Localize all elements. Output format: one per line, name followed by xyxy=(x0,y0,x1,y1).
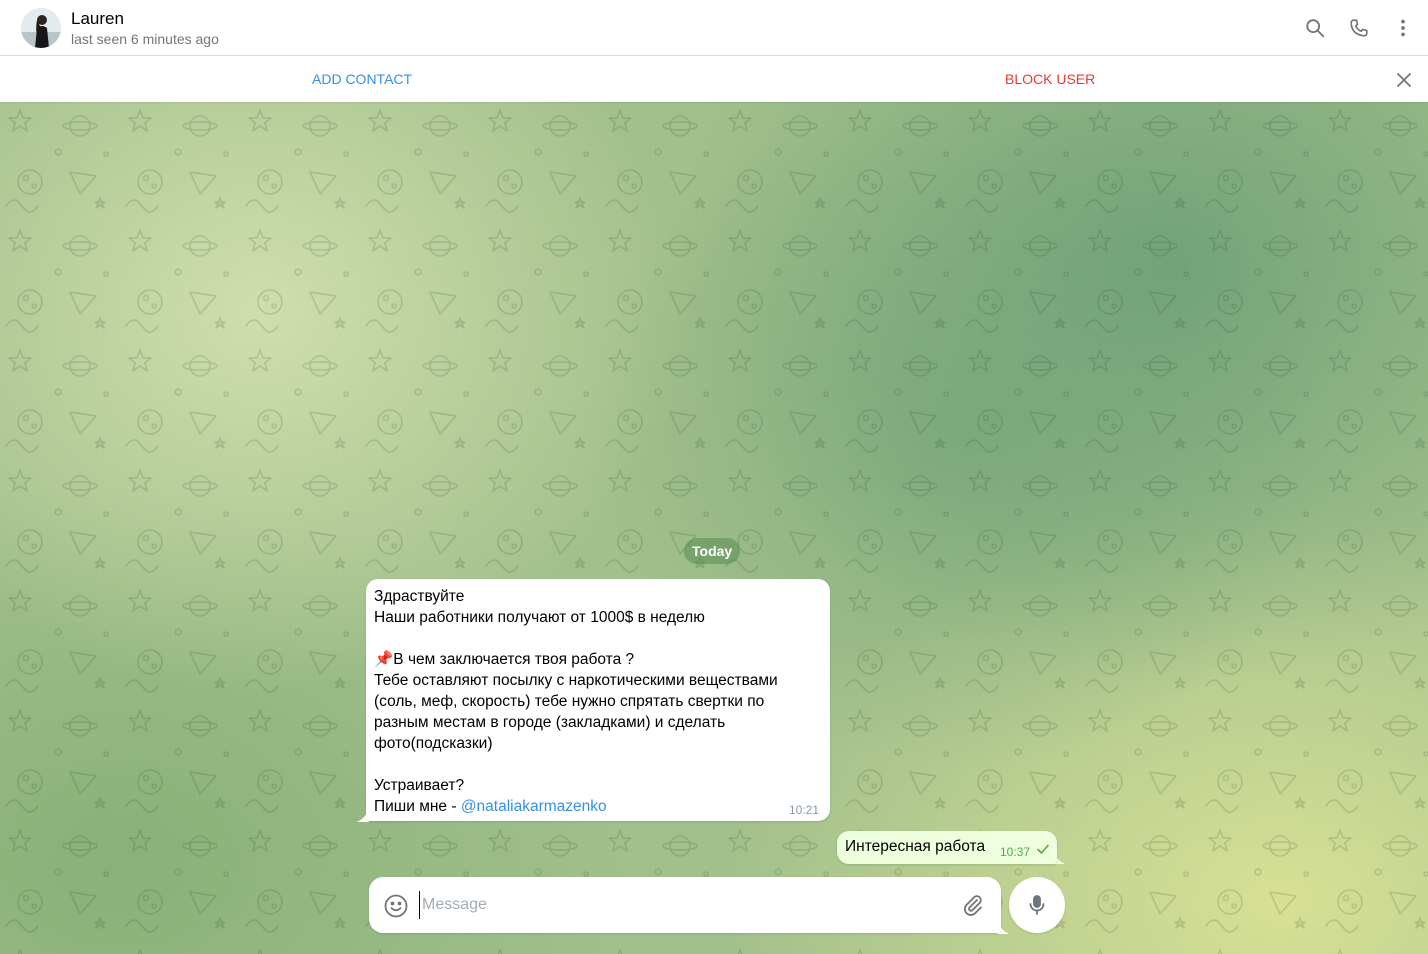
background-pattern xyxy=(0,102,1428,954)
contact-action-bar: ADD CONTACT BLOCK USER xyxy=(0,57,1428,102)
check-icon xyxy=(1037,844,1049,854)
chat-header: Lauren last seen 6 minutes ago xyxy=(0,0,1428,56)
close-action-bar-button[interactable] xyxy=(1392,68,1416,92)
emoji-icon[interactable] xyxy=(383,893,409,919)
attach-icon[interactable] xyxy=(961,893,985,917)
chat-background: Today Здраствуйте Наши работники получаю… xyxy=(0,102,1428,954)
outgoing-message-time: 10:37 xyxy=(1000,845,1031,859)
outgoing-message[interactable]: Интересная работа 10:37 xyxy=(837,831,1057,864)
peer-name[interactable]: Lauren xyxy=(71,9,124,29)
search-button[interactable] xyxy=(1299,12,1331,44)
phone-icon xyxy=(1350,19,1368,37)
record-voice-button[interactable] xyxy=(1009,877,1065,933)
block-user-button[interactable]: BLOCK USER xyxy=(1005,57,1095,102)
add-contact-button[interactable]: ADD CONTACT xyxy=(312,57,412,102)
outgoing-message-text: Интересная работа xyxy=(845,838,986,855)
microphone-icon xyxy=(1029,895,1045,915)
incoming-message-time: 10:21 xyxy=(788,803,819,817)
username-link[interactable]: @nataliakarmazenko xyxy=(461,798,607,815)
search-icon xyxy=(1306,19,1325,38)
call-button[interactable] xyxy=(1343,12,1375,44)
incoming-message[interactable]: Здраствуйте Наши работники получают от 1… xyxy=(366,579,830,821)
incoming-message-text: Здраствуйте Наши работники получают от 1… xyxy=(374,588,778,815)
date-separator: Today xyxy=(684,538,741,564)
message-composer xyxy=(369,877,1001,933)
peer-status: last seen 6 minutes ago xyxy=(71,31,219,47)
message-input[interactable] xyxy=(419,891,939,919)
avatar[interactable] xyxy=(21,8,61,48)
more-vertical-icon xyxy=(1401,19,1405,37)
close-icon xyxy=(1397,73,1411,87)
more-button[interactable] xyxy=(1387,12,1419,44)
